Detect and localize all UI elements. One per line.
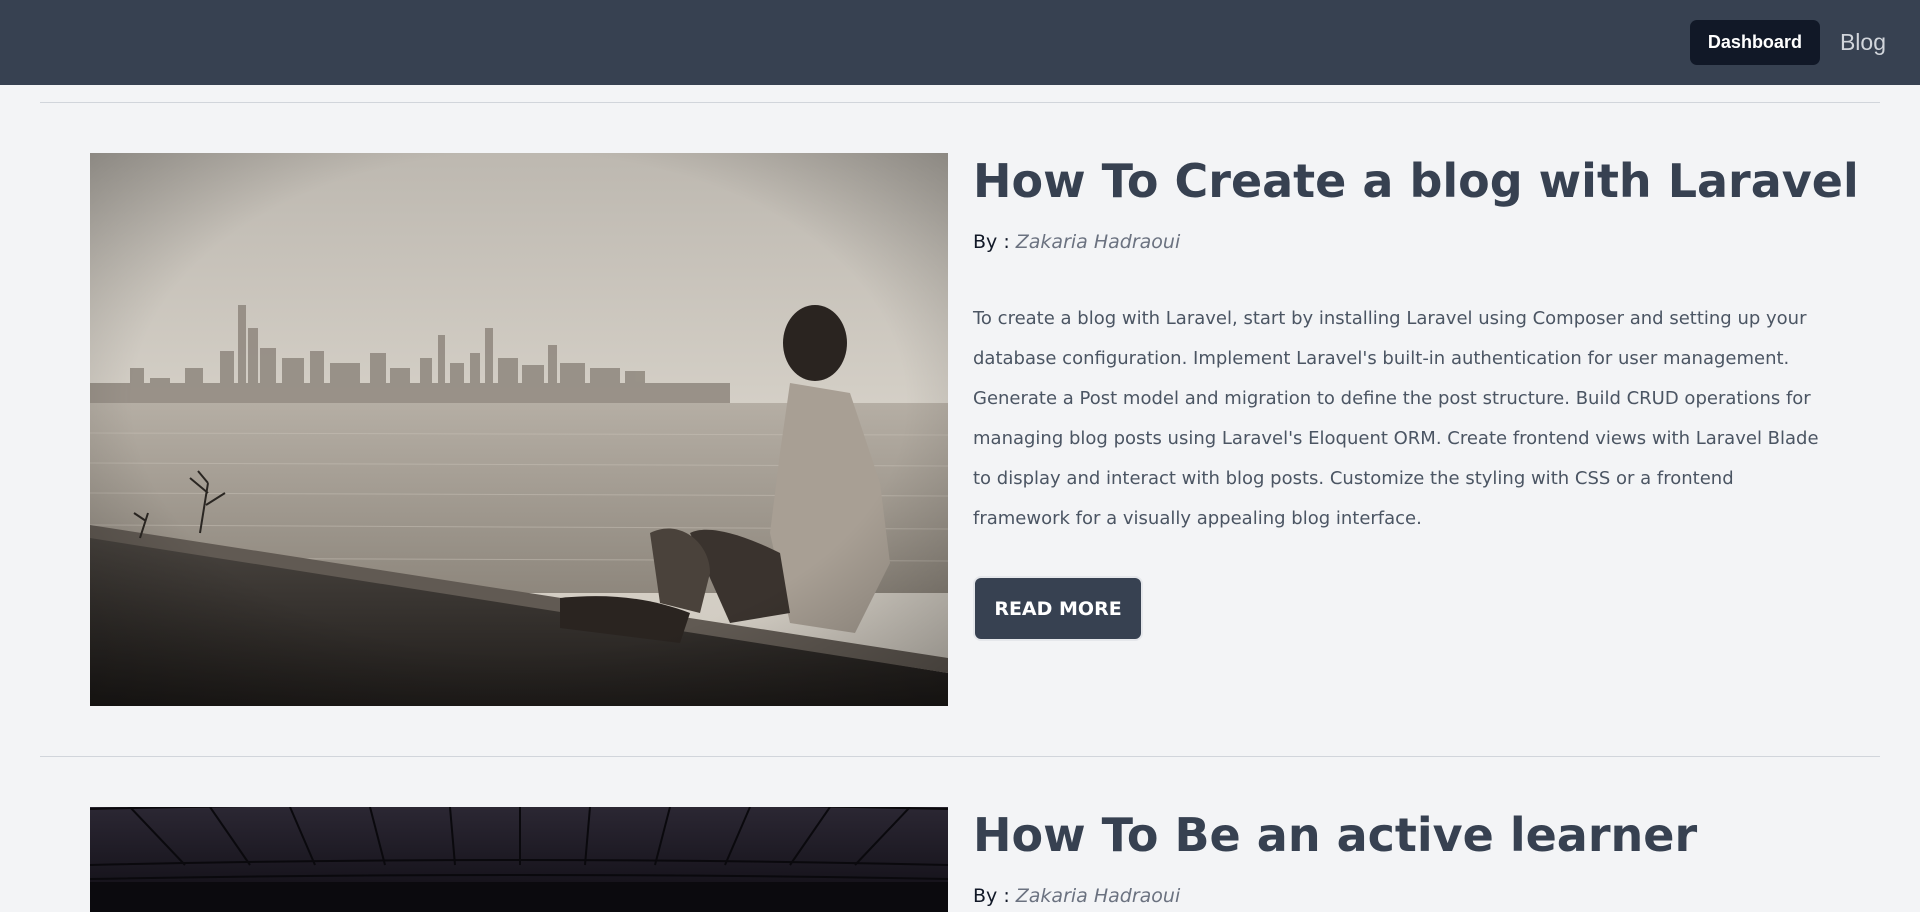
post-card: How To Create a blog with Laravel By : Z… — [90, 153, 1859, 706]
by-label: By : — [973, 885, 1016, 907]
by-label: By : — [973, 231, 1016, 253]
read-more-button[interactable]: READ MORE — [975, 578, 1141, 639]
post-byline: By : Zakaria Hadraoui — [973, 231, 1180, 253]
post-author: Zakaria Hadraoui — [1015, 231, 1181, 253]
blog-link[interactable]: Blog — [1840, 29, 1886, 56]
divider — [40, 102, 1880, 103]
post-excerpt: To create a blog with Laravel, start by … — [973, 308, 1819, 529]
dashboard-button[interactable]: Dashboard — [1689, 20, 1820, 65]
top-navigation-bar: Dashboard Blog — [0, 0, 1920, 85]
post-title[interactable]: How To Be an active learner — [973, 807, 1697, 863]
post-byline: By : Zakaria Hadraoui — [973, 885, 1180, 907]
divider — [40, 756, 1880, 757]
post-author: Zakaria Hadraoui — [1015, 885, 1181, 907]
post-title[interactable]: How To Create a blog with Laravel — [973, 153, 1859, 209]
post-card: How To Be an active learner By : Zakaria… — [90, 807, 1830, 912]
post-image[interactable] — [90, 153, 948, 706]
post-image[interactable] — [90, 807, 948, 912]
